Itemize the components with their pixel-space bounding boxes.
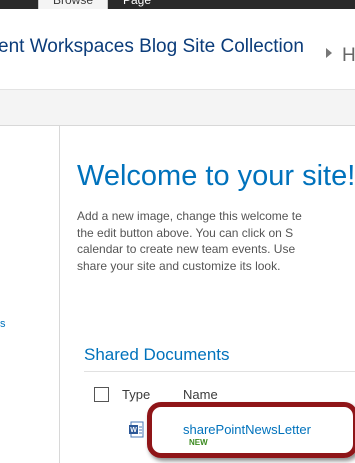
title-area: ent Workspaces Blog Site Collection H xyxy=(0,9,355,89)
welcome-line: share your site and customize its look. xyxy=(77,258,281,273)
shared-documents-title[interactable]: Shared Documents xyxy=(84,345,230,365)
svg-text:W: W xyxy=(130,427,137,434)
column-header-name[interactable]: Name xyxy=(183,387,218,402)
quick-launch-panel: s xyxy=(0,126,60,463)
word-document-icon: W xyxy=(129,421,144,439)
annotation-highlight-callout xyxy=(147,402,355,458)
top-navigation-bar xyxy=(0,89,355,126)
welcome-description: Add a new image, change this welcome te … xyxy=(77,208,355,274)
welcome-line: calendar to create new team events. Use xyxy=(77,242,296,256)
breadcrumb-next-link[interactable]: H xyxy=(342,45,355,67)
welcome-line: the edit button above. You can click on … xyxy=(77,225,294,240)
quick-launch-link[interactable]: s xyxy=(0,318,6,330)
select-all-checkbox[interactable] xyxy=(94,387,109,402)
ribbon-bar: Browse Page xyxy=(0,0,355,10)
site-title-link[interactable]: ent Workspaces Blog Site Collection xyxy=(0,36,304,58)
column-header-type[interactable]: Type xyxy=(122,387,150,402)
breadcrumb-arrow-icon xyxy=(326,48,332,58)
welcome-line: Add a new image, change this welcome te xyxy=(77,209,302,223)
section-divider xyxy=(84,371,355,372)
page-title: Welcome to your site! xyxy=(77,160,355,192)
tab-page[interactable]: Page xyxy=(123,0,151,9)
